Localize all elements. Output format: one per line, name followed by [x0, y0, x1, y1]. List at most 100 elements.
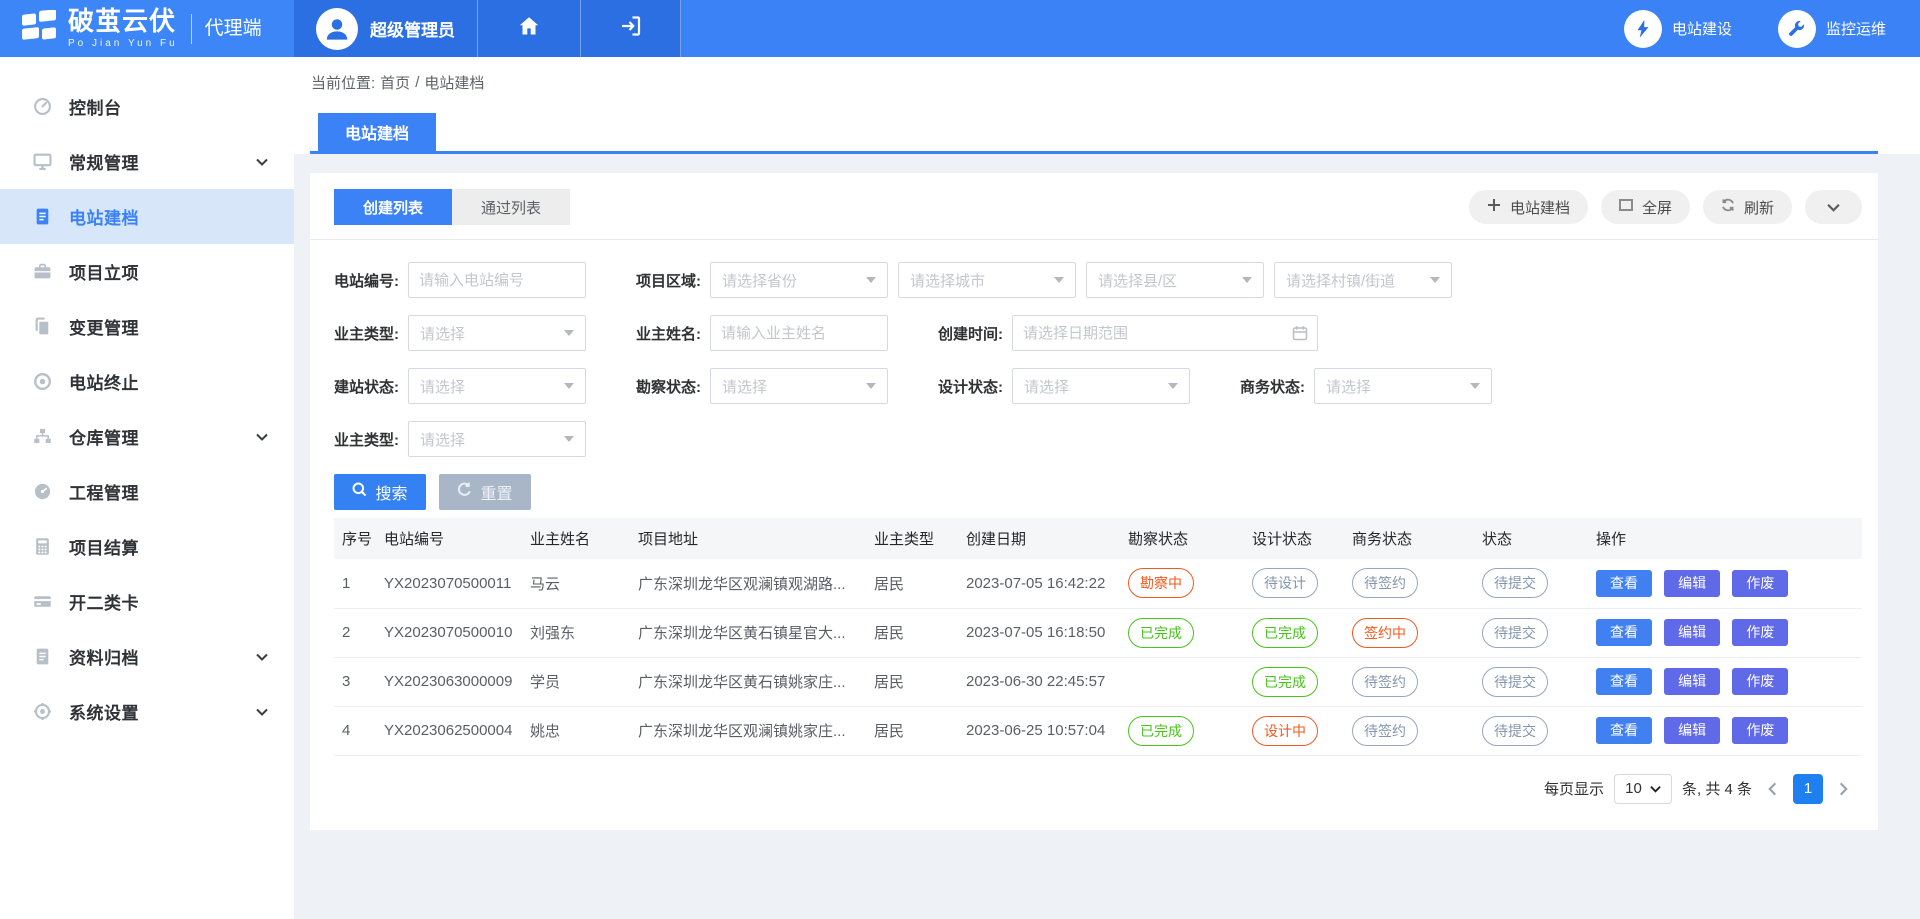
edit-button[interactable]: 编辑: [1664, 570, 1720, 597]
void-button[interactable]: 作废: [1732, 619, 1788, 646]
main-area: 当前位置: 首页 / 电站建档 电站建档 创建列表 通过列表 电站: [294, 57, 1920, 919]
status-badge: 待提交: [1482, 667, 1548, 697]
sidebar-item-project-settlement[interactable]: 项目结算: [0, 519, 294, 574]
owner-type-select[interactable]: 请选择: [408, 315, 586, 351]
fullscreen-button[interactable]: 全屏: [1601, 190, 1690, 224]
next-page-button[interactable]: [1833, 782, 1854, 796]
station-table: 序号 电站编号 业主姓名 项目地址 业主类型 创建日期 勘察状态 设计状态 商务…: [310, 510, 1878, 756]
reset-icon: [457, 482, 472, 502]
monitor-icon: [32, 152, 52, 172]
sidebar-item-station-archive[interactable]: 电站建档: [0, 189, 294, 244]
village-select[interactable]: 请选择村镇/街道: [1274, 262, 1452, 298]
cell-station-code: YX2023070500010: [376, 608, 522, 657]
province-select[interactable]: 请选择省份: [710, 262, 888, 298]
fullscreen-icon: [1619, 198, 1633, 216]
void-button[interactable]: 作废: [1732, 668, 1788, 695]
cell-address: 广东深圳龙华区观澜镇姚家庄...: [630, 706, 866, 755]
sidebar: 控制台 常规管理 电站建档: [0, 57, 294, 919]
col-owner-type: 业主类型: [866, 518, 958, 559]
sidebar-item-system-settings[interactable]: 系统设置: [0, 684, 294, 739]
col-index: 序号: [334, 518, 376, 559]
status-badge: 已完成: [1252, 667, 1318, 697]
sidebar-item-engineering-mgmt[interactable]: 工程管理: [0, 464, 294, 519]
view-button[interactable]: 查看: [1596, 570, 1652, 597]
tab-passed-list[interactable]: 通过列表: [452, 189, 570, 225]
dropdown-arrow-icon: [564, 436, 574, 442]
cell-index: 4: [334, 706, 376, 755]
create-station-label: 电站建档: [1510, 197, 1570, 218]
business-status-select[interactable]: 请选择: [1314, 368, 1492, 404]
reset-button[interactable]: 重置: [439, 474, 531, 510]
col-business-status: 商务状态: [1344, 518, 1474, 559]
dropdown-arrow-icon: [564, 330, 574, 336]
date-range-input[interactable]: [1012, 315, 1318, 351]
city-select[interactable]: 请选择城市: [898, 262, 1076, 298]
cell-owner-type: 居民: [866, 608, 958, 657]
sidebar-item-type2-card[interactable]: 开二类卡: [0, 574, 294, 629]
sidebar-item-label: 电站终止: [69, 369, 139, 394]
sidebar-item-label: 控制台: [69, 94, 122, 119]
module-monitor-ops[interactable]: 监控运维: [1778, 10, 1886, 48]
breadcrumb-home[interactable]: 首页: [380, 72, 410, 93]
cell-owner-name: 马云: [522, 559, 630, 608]
sidebar-item-project-initiation[interactable]: 项目立项: [0, 244, 294, 299]
sidebar-item-warehouse-mgmt[interactable]: 仓库管理: [0, 409, 294, 464]
owner-name-input[interactable]: [710, 315, 888, 351]
briefcase-icon: [32, 262, 52, 282]
design-status-label: 设计状态:: [938, 376, 1003, 397]
business-status-placeholder: 请选择: [1326, 376, 1371, 397]
region-label: 项目区域:: [636, 270, 701, 291]
module-station-build[interactable]: 电站建设: [1624, 10, 1732, 48]
county-select[interactable]: 请选择县/区: [1086, 262, 1264, 298]
gauge-icon: [32, 482, 52, 502]
create-station-button[interactable]: 电站建档: [1469, 190, 1588, 224]
sidebar-item-console[interactable]: 控制台: [0, 79, 294, 134]
view-button[interactable]: 查看: [1596, 717, 1652, 744]
status-badge: 待签约: [1352, 568, 1418, 598]
page-number-button[interactable]: 1: [1793, 774, 1823, 804]
page-tabstrip: 电站建档: [294, 107, 1920, 154]
breadcrumb-current: 电站建档: [424, 72, 484, 93]
dropdown-arrow-icon: [866, 277, 876, 283]
status-badge: 待签约: [1352, 716, 1418, 746]
tab-create-list[interactable]: 创建列表: [334, 189, 452, 225]
status-badge: 设计中: [1252, 716, 1318, 746]
cell-station-code: YX2023070500011: [376, 559, 522, 608]
chevron-down-icon: [1650, 785, 1661, 793]
cell-address: 广东深圳龙华区观澜镇观湖路...: [630, 559, 866, 608]
survey-status-select[interactable]: 请选择: [710, 368, 888, 404]
logout-button[interactable]: [581, 0, 681, 57]
design-status-select[interactable]: 请选择: [1012, 368, 1190, 404]
prev-page-button[interactable]: [1762, 782, 1783, 796]
page-tab-station-archive[interactable]: 电站建档: [318, 113, 436, 151]
void-button[interactable]: 作废: [1732, 717, 1788, 744]
view-button[interactable]: 查看: [1596, 668, 1652, 695]
per-page-select[interactable]: 10: [1614, 774, 1672, 804]
user-avatar-icon: [316, 8, 358, 50]
collapse-toggle-button[interactable]: [1805, 190, 1862, 224]
station-code-input[interactable]: [408, 262, 586, 298]
edit-button[interactable]: 编辑: [1664, 668, 1720, 695]
home-button[interactable]: [478, 0, 581, 57]
owner-type2-select[interactable]: 请选择: [408, 421, 586, 457]
view-button[interactable]: 查看: [1596, 619, 1652, 646]
owner-name-label: 业主姓名:: [636, 323, 701, 344]
status-badge: 待设计: [1252, 568, 1318, 598]
dropdown-arrow-icon: [866, 383, 876, 389]
dropdown-arrow-icon: [1470, 383, 1480, 389]
edit-button[interactable]: 编辑: [1664, 717, 1720, 744]
sidebar-item-data-archive[interactable]: 资料归档: [0, 629, 294, 684]
search-button[interactable]: 搜索: [334, 474, 426, 510]
sidebar-item-station-terminate[interactable]: 电站终止: [0, 354, 294, 409]
cell-owner-name: 学员: [522, 657, 630, 706]
sidebar-item-change-mgmt[interactable]: 变更管理: [0, 299, 294, 354]
table-row: 2 YX2023070500010 刘强东 广东深圳龙华区黄石镇星官大... 居…: [334, 608, 1862, 657]
void-button[interactable]: 作废: [1732, 570, 1788, 597]
build-status-select[interactable]: 请选择: [408, 368, 586, 404]
refresh-button[interactable]: 刷新: [1703, 190, 1792, 224]
sidebar-item-general-mgmt[interactable]: 常规管理: [0, 134, 294, 189]
status-badge: 已完成: [1128, 716, 1194, 746]
edit-button[interactable]: 编辑: [1664, 619, 1720, 646]
owner-type2-placeholder: 请选择: [420, 429, 465, 450]
user-menu[interactable]: 超级管理员: [294, 0, 478, 57]
